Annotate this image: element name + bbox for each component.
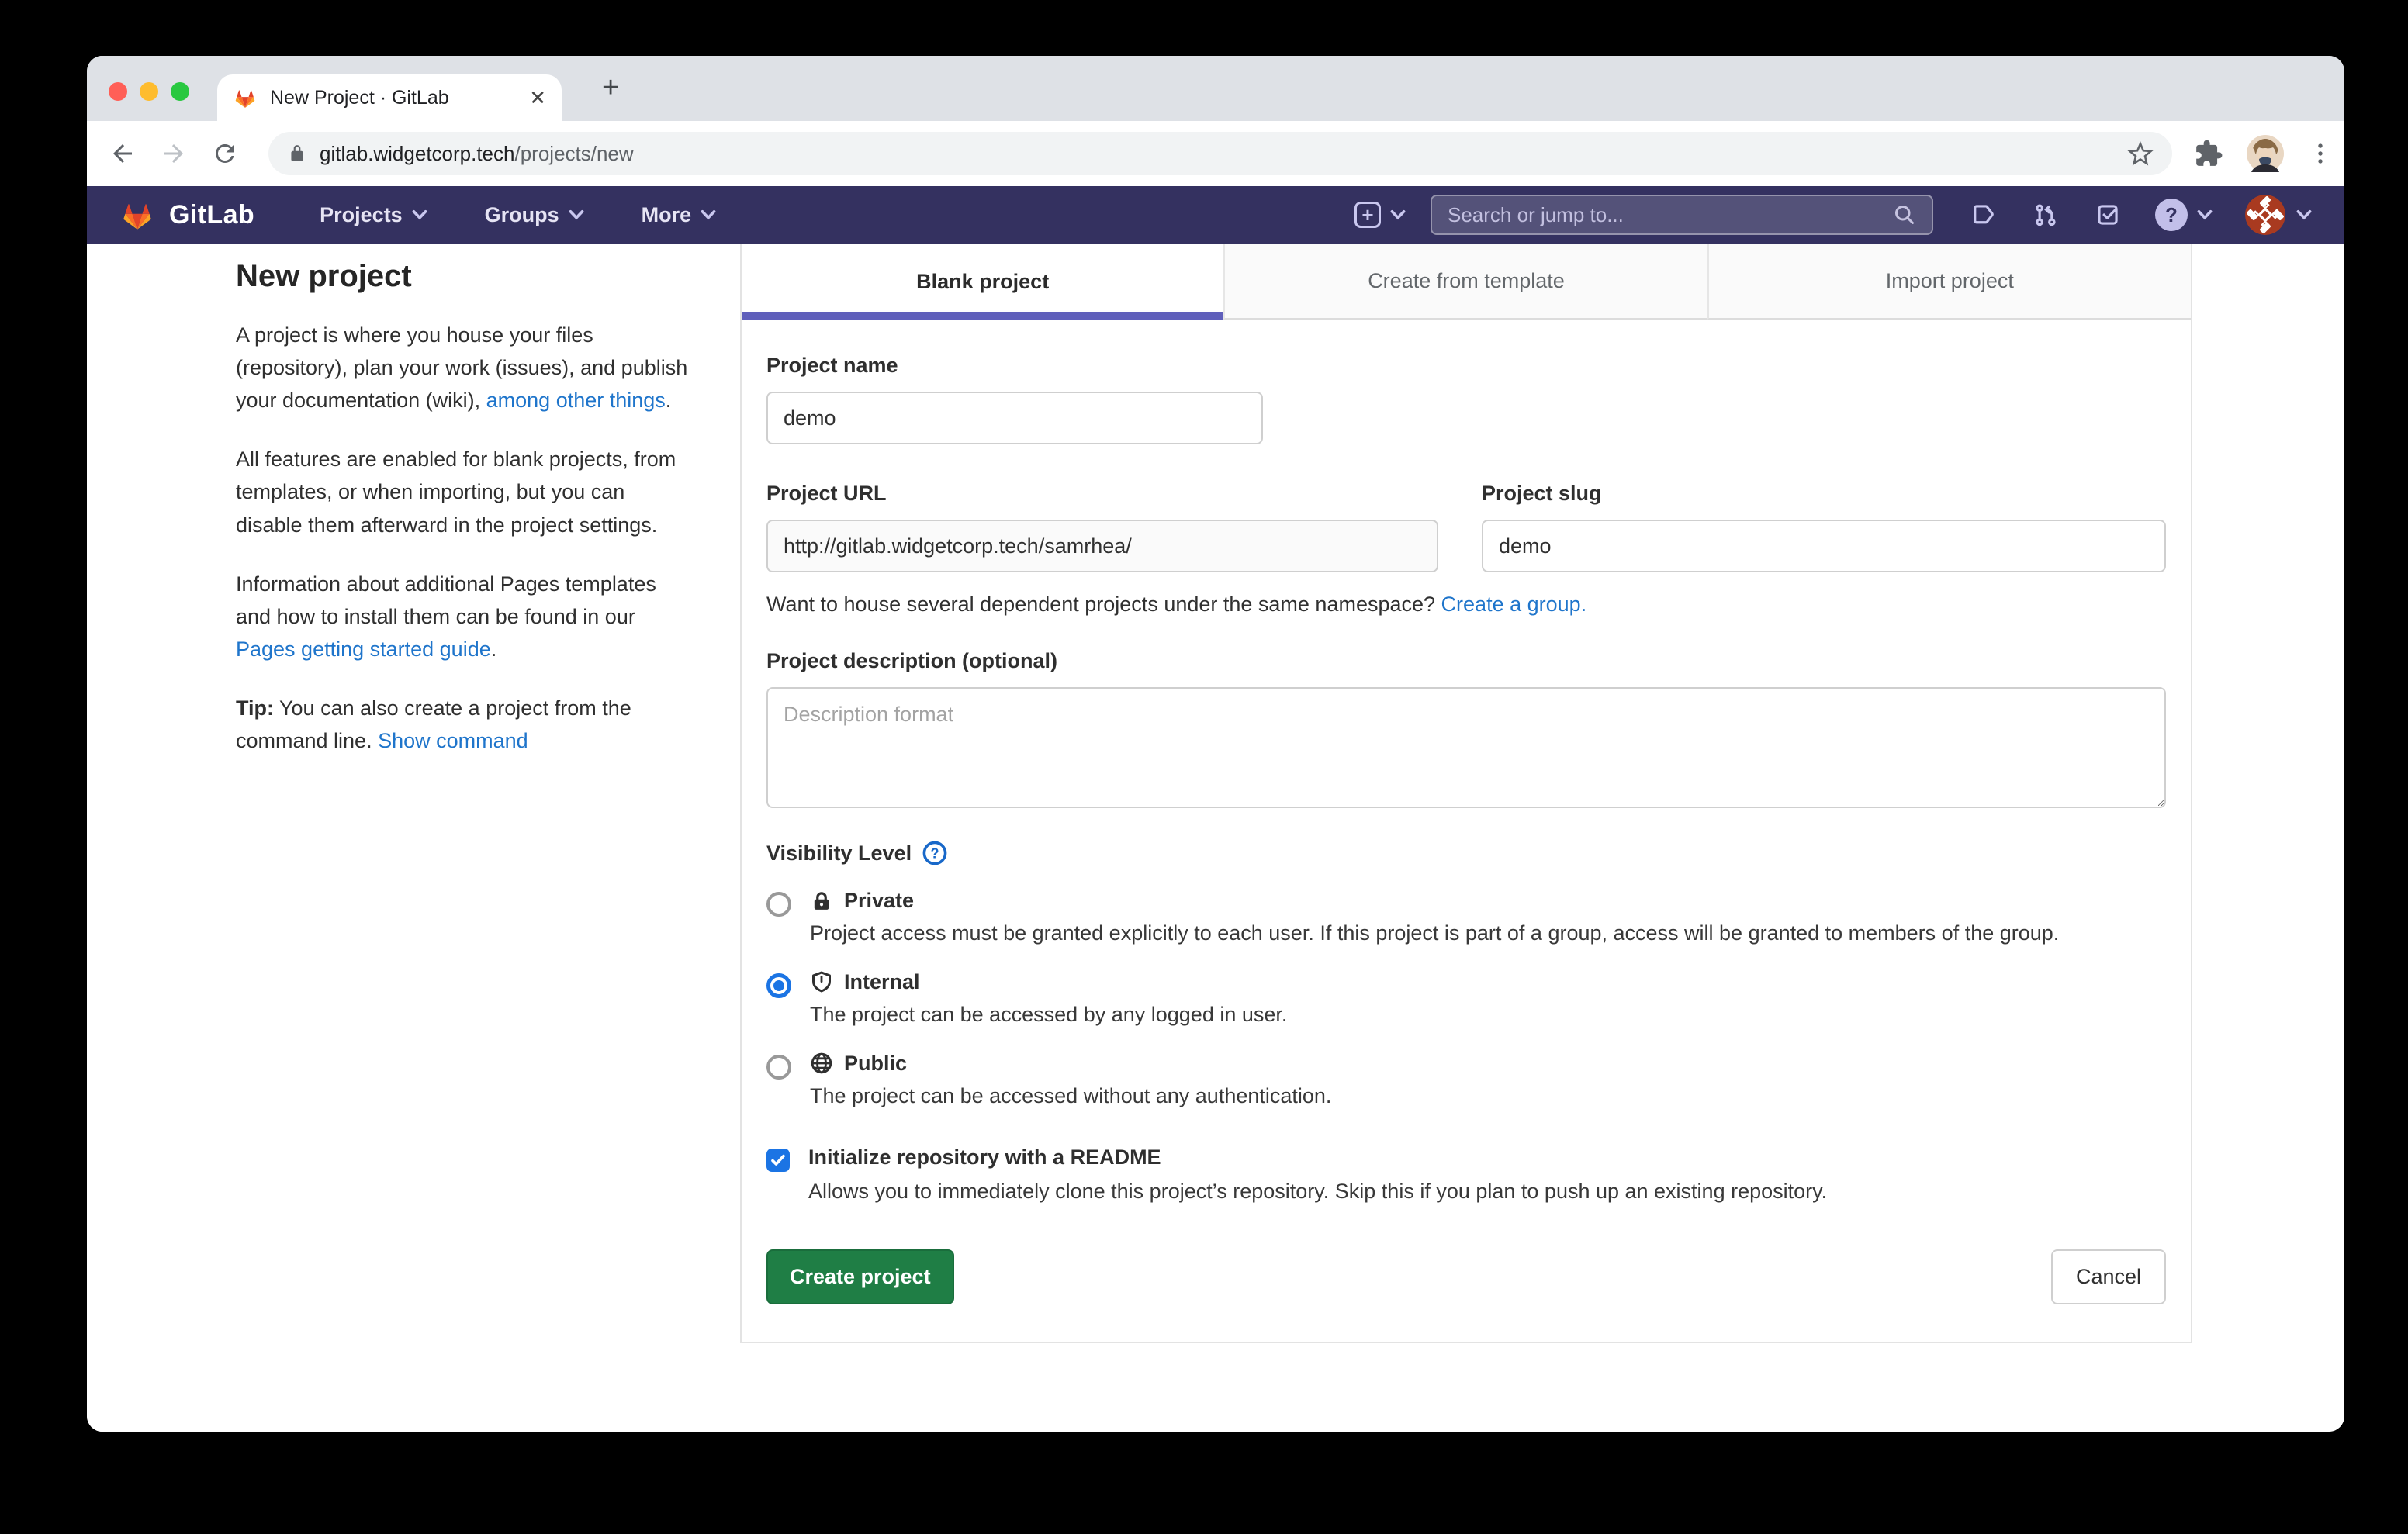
bookmark-star-icon[interactable] — [2127, 140, 2154, 167]
https-lock-icon[interactable] — [287, 143, 307, 164]
shield-icon — [810, 970, 833, 993]
check-icon — [770, 1152, 787, 1169]
browser-tab-strip: New Project · GitLab ✕ + — [87, 56, 2344, 121]
project-type-tabs: Blank project Create from template Impor… — [742, 244, 2191, 320]
page-content: New project A project is where you house… — [87, 244, 2344, 1432]
project-name-label: Project name — [766, 354, 2166, 378]
project-slug-label: Project slug — [1482, 482, 2166, 506]
project-description-textarea[interactable] — [766, 687, 2166, 808]
chevron-down-icon — [569, 207, 584, 223]
tab-create-from-template[interactable]: Create from template — [1223, 244, 1707, 320]
reload-icon[interactable] — [211, 140, 239, 168]
browser-tab[interactable]: New Project · GitLab ✕ — [217, 74, 562, 121]
browser-menu-dots-icon[interactable] — [2307, 140, 2334, 167]
sidebar-paragraph: All features are enabled for blank proje… — [236, 443, 689, 541]
gitlab-wordmark[interactable]: GitLab — [169, 200, 254, 230]
minimize-window-button[interactable] — [140, 82, 158, 101]
sidebar-paragraph: A project is where you house your files … — [236, 319, 689, 416]
gitlab-navbar: GitLab Projects Groups More + — [87, 186, 2344, 244]
readme-label: Initialize repository with a README — [808, 1145, 1827, 1170]
search-icon — [1893, 203, 1916, 226]
visibility-option-internal: Internal The project can be accessed by … — [766, 970, 2166, 1031]
create-group-link[interactable]: Create a group. — [1441, 593, 1587, 616]
visibility-option-private: Private Project access must be granted e… — [766, 889, 2166, 950]
browser-profile-avatar[interactable] — [2247, 135, 2284, 172]
readme-checkbox[interactable] — [766, 1149, 790, 1172]
namespace-hint: Want to house several dependent projects… — [766, 593, 2166, 617]
project-name-input[interactable] — [766, 392, 1263, 444]
private-radio[interactable] — [766, 892, 791, 917]
project-slug-input[interactable] — [1482, 520, 2166, 572]
nav-menu-more[interactable]: More — [642, 203, 717, 227]
create-project-button[interactable]: Create project — [766, 1249, 954, 1304]
tab-close-icon[interactable]: ✕ — [529, 88, 546, 108]
chevron-down-icon — [412, 207, 427, 223]
browser-toolbar: gitlab.widgetcorp.tech/projects/new — [87, 121, 2344, 186]
visibility-help-icon[interactable]: ? — [922, 841, 947, 865]
new-tab-button[interactable]: + — [593, 68, 628, 108]
chevron-down-icon[interactable] — [1390, 207, 1406, 223]
visibility-level-label: Visibility Level — [766, 841, 912, 865]
user-avatar[interactable] — [2245, 195, 2285, 235]
new-project-panel: Blank project Create from template Impor… — [740, 244, 2192, 1343]
among-other-things-link[interactable]: among other things — [486, 389, 666, 412]
issues-icon[interactable] — [1970, 202, 1997, 228]
new-menu-plus-icon[interactable]: + — [1354, 202, 1381, 228]
extensions-puzzle-icon[interactable] — [2194, 139, 2223, 168]
tab-title: New Project · GitLab — [270, 87, 529, 109]
nav-menu-projects[interactable]: Projects — [320, 203, 427, 227]
chevron-down-icon[interactable] — [2296, 207, 2312, 223]
sidebar-paragraph: Information about additional Pages templ… — [236, 568, 689, 665]
close-window-button[interactable] — [109, 82, 127, 101]
merge-requests-icon[interactable] — [2033, 202, 2059, 228]
chevron-down-icon[interactable] — [2197, 207, 2213, 223]
svg-text:?: ? — [931, 845, 939, 861]
forward-icon[interactable] — [160, 140, 188, 168]
chevron-down-icon — [701, 207, 716, 223]
readme-desc: Allows you to immediately clone this pro… — [808, 1176, 1827, 1208]
lock-icon — [810, 890, 833, 913]
project-url-input[interactable] — [766, 520, 1438, 572]
address-bar[interactable]: gitlab.widgetcorp.tech/projects/new — [268, 132, 2172, 175]
project-url-label: Project URL — [766, 482, 1438, 506]
gitlab-tanuki-logo[interactable] — [119, 197, 155, 233]
show-command-link[interactable]: Show command — [378, 729, 528, 752]
cancel-button[interactable]: Cancel — [2051, 1249, 2166, 1304]
back-icon[interactable] — [109, 140, 137, 168]
page-title: New project — [236, 259, 689, 294]
url-host: gitlab.widgetcorp.tech — [320, 142, 514, 166]
macos-traffic-lights — [109, 82, 189, 101]
gitlab-favicon-icon — [233, 85, 258, 110]
globe-icon — [810, 1052, 833, 1075]
global-search[interactable] — [1431, 195, 1933, 235]
pages-guide-link[interactable]: Pages getting started guide — [236, 637, 491, 661]
help-sidebar: New project A project is where you house… — [236, 259, 689, 783]
sidebar-tip: Tip: You can also create a project from … — [236, 692, 689, 757]
browser-window: New Project · GitLab ✕ + gitlab.widgetco… — [87, 56, 2344, 1432]
internal-radio[interactable] — [766, 973, 791, 998]
todos-icon[interactable] — [2095, 202, 2121, 228]
zoom-window-button[interactable] — [171, 82, 189, 101]
help-icon[interactable]: ? — [2155, 199, 2188, 231]
visibility-option-public: Public The project can be accessed witho… — [766, 1052, 2166, 1113]
url-path: /projects/new — [514, 142, 633, 166]
public-radio[interactable] — [766, 1055, 791, 1080]
readme-option: Initialize repository with a README Allo… — [766, 1145, 2166, 1208]
nav-menu-groups[interactable]: Groups — [485, 203, 584, 227]
project-description-label: Project description (optional) — [766, 649, 2166, 673]
search-input[interactable] — [1448, 203, 1893, 227]
tab-blank-project[interactable]: Blank project — [742, 244, 1223, 320]
tab-import-project[interactable]: Import project — [1707, 244, 2191, 320]
